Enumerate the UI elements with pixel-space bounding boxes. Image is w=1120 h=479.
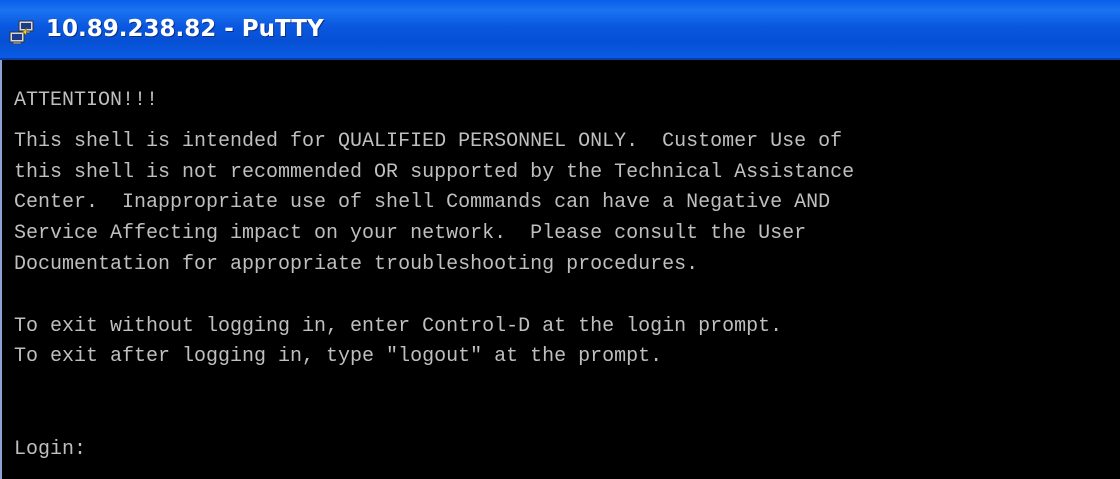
title-bar[interactable]: 10.89.238.82 - PuTTY: [0, 0, 1120, 60]
login-prompt[interactable]: Login:: [14, 438, 86, 462]
putty-icon[interactable]: [9, 20, 35, 46]
terminal-line: Documentation for appropriate troublesho…: [14, 253, 699, 276]
terminal-line: ATTENTION!!!: [14, 89, 159, 112]
terminal-line: To exit without logging in, enter Contro…: [14, 315, 783, 338]
terminal-line: Center. Inappropriate use of shell Comma…: [14, 191, 831, 214]
putty-window: 10.89.238.82 - PuTTY ATTENTION!!! This s…: [0, 0, 1120, 479]
terminal-line: this shell is not recommended OR support…: [14, 161, 855, 184]
terminal-line: Service Affecting impact on your network…: [14, 222, 807, 245]
terminal-screen[interactable]: ATTENTION!!! This shell is intended for …: [0, 60, 1120, 479]
terminal-line: This shell is intended for QUALIFIED PER…: [14, 130, 843, 153]
window-title: 10.89.238.82 - PuTTY: [46, 16, 324, 42]
terminal-line: To exit after logging in, type "logout" …: [14, 345, 663, 368]
